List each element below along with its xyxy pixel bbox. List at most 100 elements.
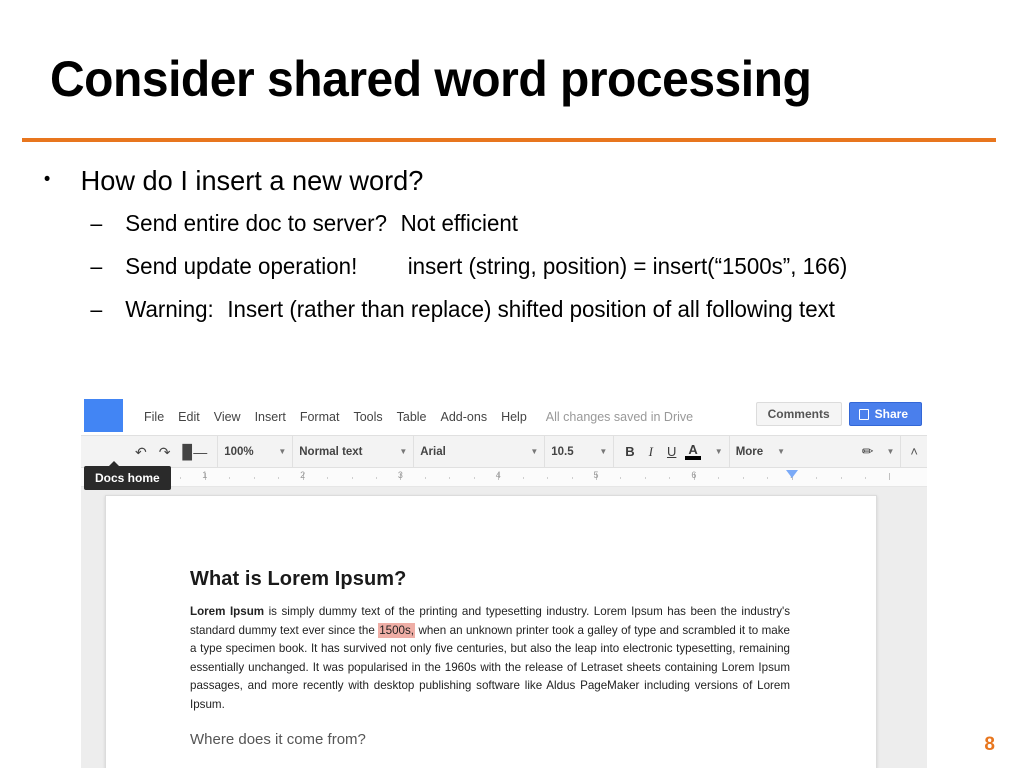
bullet-marker: • <box>43 169 51 190</box>
ruler-subtick <box>840 477 842 479</box>
document-paragraph: Lorem Ipsum is simply dummy text of the … <box>190 603 790 714</box>
menubar-actions: Comments Share <box>755 402 922 426</box>
docs-home-tooltip: Docs home <box>84 461 171 490</box>
bullet-text: Send entire doc to server? Not efficient <box>125 210 518 237</box>
font-size-value: 10.5 <box>551 445 574 458</box>
right-indent-marker[interactable] <box>785 470 798 478</box>
bullet-text: Send update operation! insert (string, po… <box>125 253 847 280</box>
ruler-subtick <box>864 477 866 479</box>
menu-item-insert[interactable]: Insert <box>248 408 293 426</box>
bullet-text-b: Insert (rather than replace) shifted pos… <box>227 296 835 322</box>
ruler-subtick <box>253 477 255 479</box>
menu-item-file[interactable]: File <box>137 408 171 426</box>
toolbar-group-more: More ▼ <box>730 436 791 467</box>
paint-format-icon[interactable]: ▉— <box>178 445 211 459</box>
ruler-subtick <box>424 477 426 479</box>
menu-item-view[interactable]: View <box>207 408 248 426</box>
docs-home-logo-icon[interactable] <box>84 399 123 432</box>
menu-item-help[interactable]: Help <box>494 408 534 426</box>
italic-button[interactable]: I <box>644 444 658 460</box>
share-button-label: Share <box>874 407 908 421</box>
font-size-select[interactable]: 10.5 ▼ <box>551 446 607 458</box>
chevron-down-icon: ▼ <box>278 447 287 456</box>
chevron-down-icon[interactable]: ▼ <box>715 447 723 456</box>
title-divider <box>22 138 996 142</box>
ruler-subtick <box>473 477 475 479</box>
underline-button[interactable]: U <box>662 444 681 459</box>
menu-item-table[interactable]: Table <box>390 408 434 426</box>
ruler-number: 6 <box>691 470 697 480</box>
docs-ruler[interactable]: 1234567 <box>81 468 927 487</box>
ruler-subtick <box>620 477 622 479</box>
chevron-down-icon[interactable]: ▼ <box>886 447 894 456</box>
menu-item-tools[interactable]: Tools <box>346 408 389 426</box>
ruler-subtick <box>327 477 329 479</box>
docs-canvas: What is Lorem Ipsum? Lorem Ipsum is simp… <box>81 487 927 768</box>
ruler-subtick <box>547 477 549 479</box>
ruler-subtick <box>180 477 182 479</box>
bullet-item-level1: • How do I insert a new word? <box>38 165 969 197</box>
ruler-subtick <box>767 477 769 479</box>
ruler-subtick <box>669 477 671 479</box>
docs-toolbar: ↶ ↷ ▉— 100% ▼ Normal text ▼ Arial ▼ 10.5 ▼ B… <box>81 435 927 490</box>
ruler-subtick <box>816 477 818 479</box>
ruler-subtick <box>522 477 524 479</box>
edit-mode-pencil-icon[interactable]: ✏ <box>859 443 877 460</box>
slide-page-number: 8 <box>984 734 995 755</box>
slide: Consider shared word processing • How do… <box>0 0 1024 768</box>
font-select[interactable]: Arial ▼ <box>420 446 538 458</box>
ruler-subtick <box>718 477 720 479</box>
document-page[interactable]: What is Lorem Ipsum? Lorem Ipsum is simp… <box>105 495 877 768</box>
bullet-marker: – <box>90 254 103 279</box>
bullet-marker: – <box>90 297 103 322</box>
bold-button[interactable]: B <box>620 444 639 459</box>
chevron-down-icon: ▼ <box>530 447 539 456</box>
docs-menu: File Edit View Insert Format Tools Table… <box>137 408 534 426</box>
redo-icon[interactable]: ↷ <box>155 445 175 459</box>
toolbar-group-format: B I U A ▼ <box>614 436 730 467</box>
undo-icon[interactable]: ↶ <box>131 445 151 459</box>
toolbar-group-font: Arial ▼ <box>414 436 546 467</box>
bullet-list: • How do I insert a new word? – Send ent… <box>38 165 998 339</box>
bullet-text-a: Warning: <box>125 296 214 322</box>
collapse-toolbar-icon[interactable]: ˄ <box>900 436 927 467</box>
ruler-number: 1 <box>202 470 208 480</box>
ruler-subtick <box>351 477 353 479</box>
bullet-text-b: insert (string, position) = insert(“1500… <box>407 253 848 279</box>
ruler-number: 3 <box>397 470 403 480</box>
page-title: Consider shared word processing <box>50 51 812 107</box>
more-button[interactable]: More <box>736 446 763 458</box>
bullet-item-level2: – Send update operation! insert (string, … <box>38 253 969 280</box>
ruler-tick <box>889 473 891 480</box>
paragraph-bold-lead: Lorem Ipsum <box>190 605 265 618</box>
bullet-text: Warning: Insert (rather than replace) shi… <box>125 296 835 323</box>
bullet-text-a: Send update operation! <box>125 253 358 279</box>
ruler-subtick <box>644 477 646 479</box>
document-body: What is Lorem Ipsum? Lorem Ipsum is simp… <box>190 568 790 748</box>
menu-item-edit[interactable]: Edit <box>171 408 207 426</box>
chevron-down-icon: ▼ <box>399 447 408 456</box>
toolbar-group-font-size: 10.5 ▼ <box>545 436 615 467</box>
bullet-item-level2: – Warning: Insert (rather than replace) s… <box>38 296 969 323</box>
toolbar-group-history: ↶ ↷ ▉— <box>81 436 219 467</box>
lock-icon <box>858 408 869 420</box>
menu-item-addons[interactable]: Add-ons <box>434 408 495 426</box>
zoom-select[interactable]: 100% ▼ <box>224 446 286 458</box>
ruler-number: 2 <box>300 470 306 480</box>
paragraph-style-select[interactable]: Normal text ▼ <box>299 446 407 458</box>
toolbar-group-zoom: 100% ▼ <box>218 436 294 467</box>
chevron-down-icon[interactable]: ▼ <box>777 447 785 456</box>
ruler-subtick <box>278 477 280 479</box>
google-docs-screenshot: File Edit View Insert Format Tools Table… <box>81 399 927 768</box>
document-heading-1: What is Lorem Ipsum? <box>190 568 407 590</box>
ruler-subtick <box>449 477 451 479</box>
zoom-value: 100% <box>224 445 254 458</box>
comments-button[interactable]: Comments <box>755 402 842 426</box>
share-button[interactable]: Share <box>848 402 922 426</box>
text-color-button[interactable]: A <box>685 443 701 460</box>
menu-item-format[interactable]: Format <box>293 408 347 426</box>
document-heading-2: Where does it come from? <box>190 731 366 748</box>
highlighted-text: 1500s, <box>378 622 416 638</box>
ruler-subtick <box>742 477 744 479</box>
ruler-subtick <box>571 477 573 479</box>
